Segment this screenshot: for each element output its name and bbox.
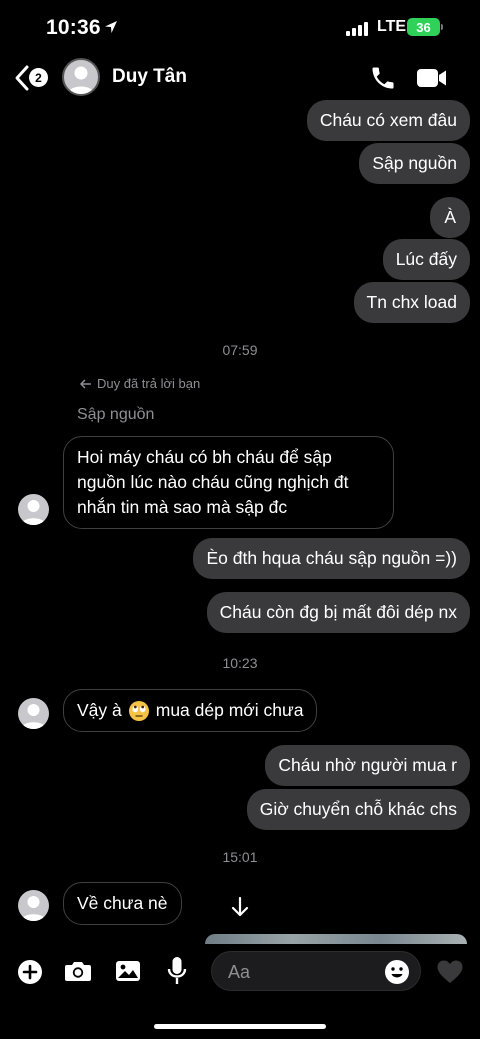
camera-icon[interactable] — [64, 959, 92, 983]
plus-icon[interactable] — [17, 959, 43, 985]
contact-avatar[interactable] — [62, 58, 100, 96]
eye-roll-emoji-icon — [128, 700, 149, 721]
person-icon — [21, 500, 46, 525]
person-icon — [68, 66, 94, 94]
network-type: LTE — [377, 18, 407, 35]
status-time: 10:36 — [46, 16, 101, 39]
heart-icon[interactable] — [436, 959, 464, 985]
battery-level: 36 — [416, 19, 431, 35]
message-bubble-outgoing[interactable]: À — [430, 197, 470, 238]
person-icon — [21, 896, 46, 921]
timestamp: 07:59 — [222, 342, 258, 358]
emoji-icon[interactable] — [384, 959, 410, 985]
scroll-down-arrow-icon[interactable] — [228, 896, 252, 918]
person-icon — [21, 704, 46, 729]
composer-bar — [0, 946, 480, 996]
sender-avatar[interactable] — [18, 698, 49, 729]
video-call-icon[interactable] — [416, 66, 448, 90]
timestamp: 15:01 — [222, 849, 258, 865]
back-chevron-icon[interactable] — [14, 64, 30, 92]
chat-header: 2 Duy Tân — [0, 56, 480, 102]
phone-call-icon[interactable] — [369, 64, 397, 92]
sender-avatar[interactable] — [18, 494, 49, 525]
message-text: mua dép mới chưa — [155, 700, 304, 720]
message-input[interactable] — [228, 960, 378, 984]
message-bubble-outgoing[interactable]: Cháu còn đg bị mất đôi dép nx — [206, 592, 470, 633]
reply-note: Duy đã trả lời bạn — [80, 376, 200, 391]
home-indicator[interactable] — [154, 1024, 326, 1029]
image-message-preview[interactable] — [205, 934, 467, 944]
message-bubble-outgoing[interactable]: Giờ chuyển chỗ khác chs — [246, 789, 470, 830]
signal-icon — [346, 21, 368, 36]
gallery-icon[interactable] — [115, 959, 141, 983]
microphone-icon[interactable] — [167, 956, 187, 986]
sender-avatar[interactable] — [18, 890, 49, 921]
message-bubble-outgoing[interactable]: Èo đth hqua cháu sập nguồn =)) — [193, 538, 470, 579]
message-bubble-incoming[interactable]: Hoi máy cháu có bh cháu để sập nguồn lúc… — [63, 436, 394, 529]
message-bubble-incoming[interactable]: Về chưa nè — [63, 882, 182, 925]
message-bubble-outgoing[interactable]: Cháu có xem đâu — [306, 100, 470, 141]
message-bubble-outgoing[interactable]: Sập nguồn — [359, 143, 470, 184]
message-bubble-outgoing[interactable]: Tn chx load — [353, 282, 470, 323]
message-line: nguồn lúc nào cháu cũng nghịch đt — [77, 472, 349, 492]
message-line: nhắn tin mà sao mà sập đc — [77, 497, 288, 517]
reply-arrow-icon — [80, 378, 91, 389]
message-bubble-outgoing[interactable]: Lúc đấy — [382, 239, 470, 280]
message-line: Hoi máy cháu có bh cháu để sập — [77, 447, 332, 467]
message-bubble-incoming[interactable]: Vậy à mua dép mới chưa — [63, 689, 318, 732]
location-arrow-icon — [105, 21, 117, 33]
battery-tip — [441, 24, 443, 30]
message-bubble-outgoing[interactable]: Cháu nhờ người mua r — [265, 745, 470, 786]
unread-badge[interactable]: 2 — [29, 68, 48, 87]
message-input-container[interactable] — [211, 951, 421, 991]
timestamp: 10:23 — [222, 655, 258, 671]
reply-note-text: Duy đã trả lời bạn — [97, 376, 201, 391]
battery-icon: 36 — [407, 18, 440, 36]
status-bar: 10:36 LTE 36 — [0, 0, 480, 56]
message-text: Vậy à — [77, 700, 122, 720]
quoted-message[interactable]: Sập nguồn — [77, 406, 154, 424]
contact-name[interactable]: Duy Tân — [112, 66, 187, 88]
